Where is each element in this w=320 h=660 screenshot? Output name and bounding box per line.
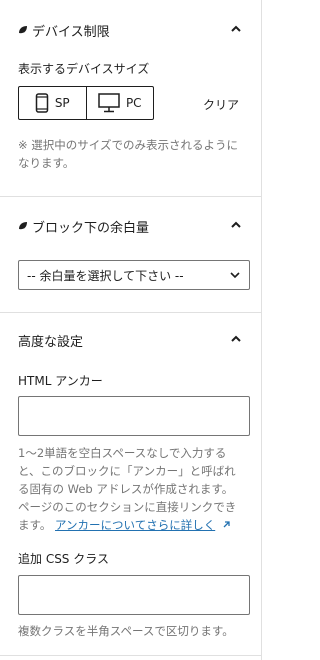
sp-device-button[interactable]: SP bbox=[19, 87, 86, 119]
anchor-help-line: 1〜2単語を空白スペースなしで入力する bbox=[18, 446, 227, 460]
device-size-label: 表示するデバイスサイズ bbox=[18, 62, 150, 76]
device-section-title: デバイス制限 bbox=[32, 24, 110, 40]
external-link-icon bbox=[223, 521, 230, 528]
chevron-up-icon[interactable] bbox=[229, 22, 243, 36]
margin-select[interactable]: -- 余白量を選択して下さい -- bbox=[18, 260, 250, 290]
leaf-icon bbox=[19, 222, 27, 230]
advanced-section-header[interactable]: 高度な設定 bbox=[18, 330, 243, 350]
monitor-icon bbox=[98, 93, 120, 113]
html-anchor-label: HTML アンカー bbox=[18, 374, 103, 388]
device-help-line: なります。 bbox=[18, 156, 75, 170]
css-help-text: 複数クラスを半角スペースで区切ります。 bbox=[18, 624, 234, 638]
anchor-help-line: ます。 アンカーについてさらに詳しく bbox=[18, 516, 250, 534]
section-divider bbox=[0, 196, 262, 197]
clear-button[interactable]: クリア bbox=[203, 96, 239, 113]
advanced-section-title: 高度な設定 bbox=[18, 334, 84, 350]
anchor-help-line: と、このブロックに「アンカー」と呼ばれ bbox=[18, 464, 236, 478]
html-anchor-input[interactable] bbox=[18, 396, 250, 436]
additional-css-input[interactable] bbox=[18, 575, 250, 615]
device-section-header[interactable]: デバイス制限 bbox=[18, 20, 243, 40]
section-divider bbox=[0, 655, 262, 656]
section-divider bbox=[0, 312, 262, 313]
sp-label: SP bbox=[54, 96, 70, 110]
pc-label: PC bbox=[125, 96, 142, 110]
anchor-learn-more-link[interactable]: アンカーについてさらに詳しく bbox=[55, 518, 215, 532]
device-help-line: ※ 選択中のサイズでのみ表示されるように bbox=[18, 138, 238, 152]
device-toggle-group: SP PC bbox=[18, 86, 154, 120]
anchor-help-line: る固有の Web アドレスが作成されます。 bbox=[18, 482, 234, 496]
device-help-text: ※ 選択中のサイズでのみ表示されるように なります。 bbox=[18, 136, 250, 172]
chevron-up-icon[interactable] bbox=[229, 332, 243, 346]
margin-section-title: ブロック下の余白量 bbox=[32, 220, 150, 236]
scrollbar[interactable] bbox=[262, 0, 270, 660]
margin-select-value: -- 余白量を選択して下さい -- bbox=[27, 268, 184, 283]
anchor-help-text: 1〜2単語を空白スペースなしで入力する と、このブロックに「アンカー」と呼ばれ … bbox=[18, 444, 250, 534]
leaf-icon bbox=[19, 26, 27, 34]
additional-css-label: 追加 CSS クラス bbox=[18, 552, 110, 566]
margin-section-header[interactable]: ブロック下の余白量 bbox=[18, 216, 243, 236]
chevron-up-icon[interactable] bbox=[229, 218, 243, 232]
block-settings-panel: デバイス制限 表示するデバイスサイズ SP PC クリア ※ 選択中のサイズでの… bbox=[0, 0, 262, 660]
chevron-down-icon bbox=[230, 272, 240, 279]
pc-device-button[interactable]: PC bbox=[85, 87, 154, 119]
anchor-help-text-prefix: ます。 bbox=[18, 518, 52, 532]
smartphone-icon bbox=[35, 93, 49, 113]
anchor-help-line: ページのこのセクションに直接リンクでき bbox=[18, 500, 237, 514]
